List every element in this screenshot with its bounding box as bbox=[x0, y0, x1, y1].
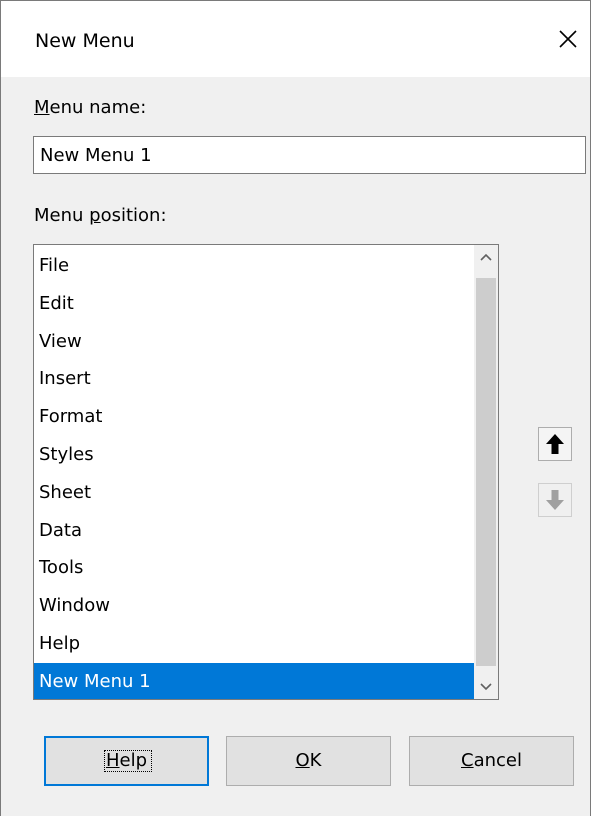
list-item[interactable]: Edit bbox=[34, 285, 475, 322]
list-item[interactable]: Window bbox=[34, 587, 475, 624]
move-down-button[interactable] bbox=[538, 483, 572, 517]
close-button[interactable] bbox=[546, 17, 590, 61]
scroll-up-button[interactable] bbox=[474, 245, 498, 269]
chevron-up-icon bbox=[480, 253, 492, 261]
scroll-thumb[interactable] bbox=[476, 278, 496, 666]
list-item[interactable]: Insert bbox=[34, 360, 475, 397]
dialog-title: New Menu bbox=[35, 30, 135, 52]
list-scrollbar[interactable] bbox=[474, 245, 498, 699]
list-item[interactable]: Styles bbox=[34, 436, 475, 473]
ok-button[interactable]: OK bbox=[226, 736, 391, 786]
move-up-button[interactable] bbox=[538, 427, 572, 461]
title-bar: New Menu bbox=[1, 1, 590, 77]
cancel-button[interactable]: Cancel bbox=[409, 736, 574, 786]
list-item[interactable]: Data bbox=[34, 512, 475, 549]
list-item[interactable]: Tools bbox=[34, 549, 475, 586]
arrow-down-icon bbox=[546, 490, 564, 510]
menu-position-list[interactable]: File Edit View Insert Format Styles Sheet Data T… bbox=[33, 244, 499, 700]
chevron-down-icon bbox=[480, 683, 492, 691]
scroll-down-button[interactable] bbox=[474, 675, 498, 699]
ok-button-label: OK bbox=[295, 750, 322, 771]
help-button[interactable]: Help bbox=[44, 736, 209, 786]
list-item[interactable]: View bbox=[34, 323, 475, 360]
arrow-up-icon bbox=[546, 434, 564, 454]
list-item[interactable]: Sheet bbox=[34, 474, 475, 511]
focus-indicator bbox=[104, 750, 152, 772]
list-item[interactable]: File bbox=[34, 247, 475, 284]
list-item[interactable]: Format bbox=[34, 398, 475, 435]
list-item[interactable]: New Menu 1 bbox=[34, 662, 475, 699]
close-icon bbox=[559, 30, 577, 48]
menu-position-label: Menu position: bbox=[34, 205, 167, 226]
new-menu-dialog: New Menu Menu name: Menu position: FileE… bbox=[0, 0, 591, 816]
list-item[interactable]: Help bbox=[34, 625, 475, 662]
cancel-button-label: Cancel bbox=[461, 750, 522, 771]
menu-name-input[interactable] bbox=[33, 136, 586, 174]
menu-name-label: Menu name: bbox=[34, 97, 147, 118]
